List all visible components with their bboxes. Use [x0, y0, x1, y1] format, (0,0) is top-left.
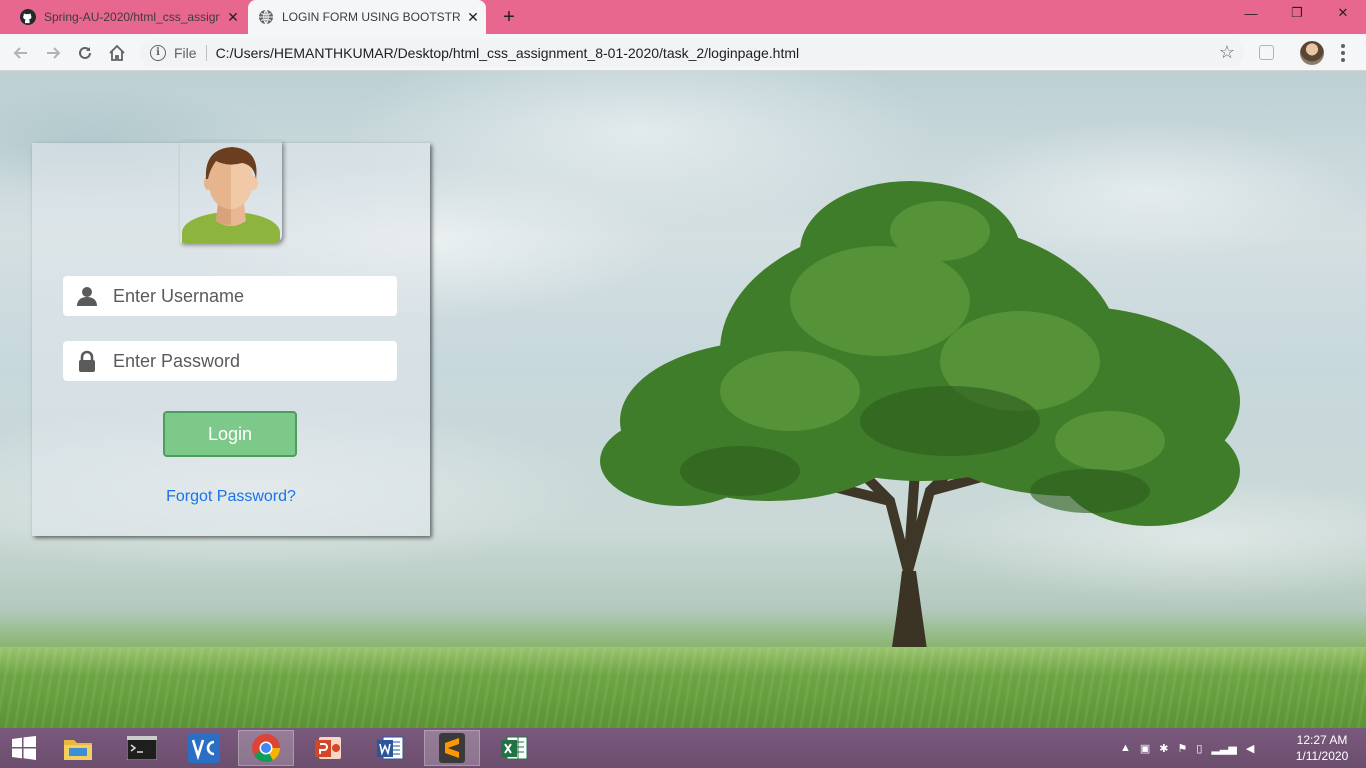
user-avatar-icon: [182, 147, 280, 243]
tab-github[interactable]: Spring-AU-2020/html_css_assign ✕: [10, 0, 246, 34]
vnc-icon[interactable]: [176, 730, 232, 766]
github-icon: [20, 9, 36, 25]
back-icon[interactable]: [8, 40, 34, 66]
tab-login-form[interactable]: LOGIN FORM USING BOOTSTRAP ✕: [248, 0, 486, 34]
terminal-icon[interactable]: [114, 730, 170, 766]
close-window-icon[interactable]: ✕: [1320, 0, 1366, 26]
url-text: C:/Users/HEMANTHKUMAR/Desktop/html_css_a…: [215, 45, 800, 61]
scheme-label: File: [174, 45, 197, 61]
window-controls: — ❐ ✕: [1228, 0, 1366, 26]
extension-icon[interactable]: [1259, 45, 1274, 60]
show-hidden-icons-icon[interactable]: ▲: [1120, 742, 1131, 754]
browser-tab-strip: Spring-AU-2020/html_css_assign ✕ LOGIN F…: [0, 0, 1366, 34]
page-viewport: Login Forgot Password?: [0, 71, 1366, 728]
volume-icon[interactable]: ◀: [1246, 742, 1254, 755]
clock-time: 12:27 AM: [1296, 733, 1348, 747]
screen: Spring-AU-2020/html_css_assign ✕ LOGIN F…: [0, 0, 1366, 768]
username-field[interactable]: [63, 276, 397, 316]
tab-title: LOGIN FORM USING BOOTSTRAP: [282, 10, 460, 24]
background-grass: [0, 647, 1366, 728]
powerpoint-icon[interactable]: [300, 730, 356, 766]
login-card: Login Forgot Password?: [32, 143, 430, 536]
login-button[interactable]: Login: [163, 411, 297, 457]
home-icon[interactable]: [104, 40, 130, 66]
file-explorer-icon[interactable]: [50, 730, 106, 766]
background-tree: [600, 181, 1240, 671]
tab-title: Spring-AU-2020/html_css_assign: [44, 10, 220, 24]
windows-taskbar: ▲ ▣ ✱ ⚑ ▯ ▂▃▅ ◀ 12:27 AM 1/11/2020: [0, 728, 1366, 768]
windows-start-icon[interactable]: [0, 730, 48, 766]
globe-icon: [258, 9, 274, 25]
address-bar[interactable]: i File C:/Users/HEMANTHKUMAR/Desktop/htm…: [140, 39, 1244, 67]
new-tab-button[interactable]: +: [498, 6, 520, 28]
system-clock[interactable]: 12:27 AM 1/11/2020: [1290, 732, 1354, 764]
chrome-icon[interactable]: [238, 730, 294, 766]
excel-icon[interactable]: [486, 730, 542, 766]
clock-date: 1/11/2020: [1295, 749, 1349, 763]
forward-icon[interactable]: [40, 40, 66, 66]
bookmark-star-icon[interactable]: ☆: [1216, 42, 1238, 64]
password-input[interactable]: [111, 342, 397, 380]
network-error-icon[interactable]: ⚑: [1178, 742, 1188, 755]
usb-icon[interactable]: ▣: [1140, 742, 1150, 755]
user-icon: [63, 276, 111, 316]
sublime-text-icon[interactable]: [424, 730, 480, 766]
password-field[interactable]: [63, 341, 397, 381]
browser-toolbar: i File C:/Users/HEMANTHKUMAR/Desktop/htm…: [0, 34, 1366, 71]
close-icon[interactable]: ✕: [460, 9, 486, 26]
word-icon[interactable]: [362, 730, 418, 766]
lock-icon: [63, 341, 111, 381]
signal-icon[interactable]: ▂▃▅: [1211, 742, 1236, 755]
close-icon[interactable]: ✕: [220, 9, 246, 26]
info-icon[interactable]: i: [150, 45, 166, 61]
minimize-icon[interactable]: —: [1228, 0, 1274, 26]
bluetooth-icon[interactable]: ✱: [1159, 742, 1168, 755]
forgot-password-link[interactable]: Forgot Password?: [32, 488, 430, 506]
system-tray: ▲ ▣ ✱ ⚑ ▯ ▂▃▅ ◀: [1120, 728, 1254, 768]
restore-icon[interactable]: ❐: [1274, 0, 1320, 26]
menu-icon[interactable]: [1336, 41, 1350, 65]
username-input[interactable]: [111, 277, 397, 315]
reload-icon[interactable]: [72, 40, 98, 66]
separator: [205, 45, 207, 61]
battery-icon[interactable]: ▯: [1196, 742, 1202, 755]
user-avatar-image: [180, 141, 282, 243]
profile-avatar[interactable]: [1300, 41, 1324, 65]
